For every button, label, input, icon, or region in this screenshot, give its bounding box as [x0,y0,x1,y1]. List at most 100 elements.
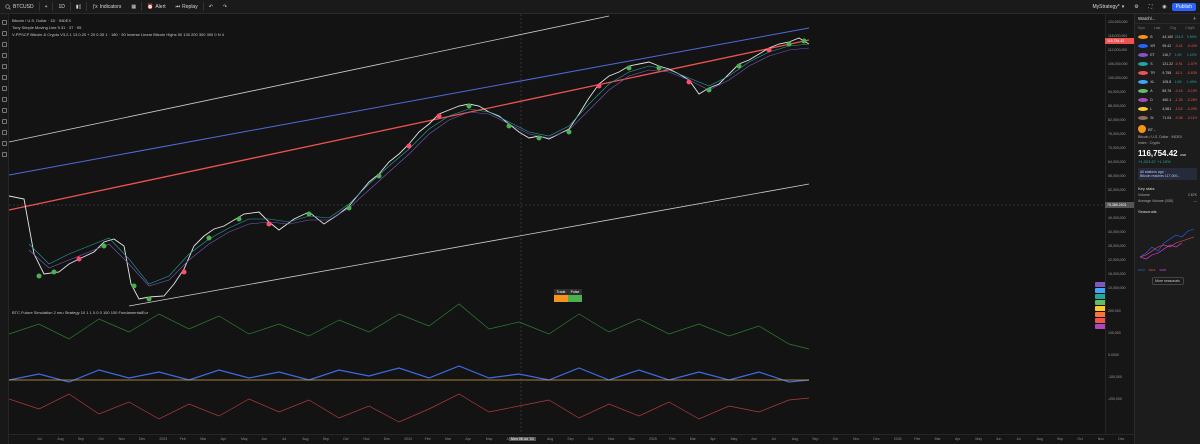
time-axis-label: Sep [322,437,329,441]
watchlist-row[interactable]: B 44,160 234.5 0.59% [1135,32,1200,41]
chart-type-button[interactable]: ▮▯ [71,0,87,14]
brush-icon[interactable] [2,53,7,58]
time-axis-label: Jul [37,437,42,441]
time-axis-label: Nov [1097,437,1105,441]
row-chg: -0.08 [1174,115,1183,120]
watchlist-row[interactable]: XL 105.8 1.65 1.49% [1135,77,1200,86]
seasonals-chart[interactable] [1138,217,1198,265]
row-symbol: SI [1150,115,1154,120]
zoom-icon[interactable] [2,108,7,113]
symbol-icon [1138,43,1149,48]
watchlist-row[interactable]: D 460.1 -1.25 -0.26% [1135,95,1200,104]
grid-icon: ▦ [131,3,137,10]
row-symbol: ET [1150,52,1155,57]
snapshot-button[interactable]: ◉ [1157,0,1171,14]
pattern-icon[interactable] [2,75,7,80]
row-chg: -62.1 [1174,70,1183,75]
row-chgpct: 1.22% [1186,52,1197,57]
time-axis-label: Mar [445,437,452,441]
chart-pane[interactable]: Bitcoin / U.S. Dollar · 1D · INDEX Tony … [9,14,1134,444]
detail-name: Bitcoin / U.S. Dollar · INDEX [1138,135,1183,139]
interval-button[interactable]: 1D [53,0,69,14]
symbol-icon [1138,61,1149,66]
symbol-icon [1138,70,1149,75]
publish-button[interactable]: Publish [1171,2,1196,11]
col-last[interactable]: Last [1154,26,1166,30]
plus-icon: + [44,3,48,10]
blue-oscillator [9,365,810,383]
watchlist-row[interactable]: TR 9,758 -62.1 -0.63% [1135,68,1200,77]
watchlist-columns: Sym Last Chg Chg% [1135,24,1200,32]
watchlist-row[interactable]: ET 116,7 1.69 1.22% [1135,50,1200,59]
watchlist-row[interactable]: A 85.76 -0.16 -0.19% [1135,86,1200,95]
watchlist-row[interactable]: SI 71.04 -0.08 -0.11% [1135,113,1200,122]
seasonals-legend: 2023 2024 2025 [1138,268,1167,272]
time-axis-label: 2026 [893,437,902,441]
col-chg[interactable]: Chg [1170,26,1182,30]
legend-sma-row[interactable]: Tony Simple Moving Line 5 31 · 37 · 55 [12,24,224,31]
news-item[interactable]: All stations ago · Bitcoin reaches 117,0… [1138,168,1197,180]
time-axis-label: Dec [383,437,391,441]
time-axis-label: Aug [57,437,64,441]
layout-menu[interactable]: MyStrategy* ▾ [1087,0,1129,14]
fullscreen-icon: ⛶ [1148,3,1153,10]
row-chg: 1.65 [1174,79,1182,84]
row-chg: -1.25 [1174,97,1183,102]
legend-ppscp-row[interactable]: V-PPSCP Bitcoin & Crypto V3.2.1 13 0.20 … [12,31,224,38]
lock-icon[interactable] [2,130,7,135]
col-chgpct[interactable]: Chg% [1185,26,1197,30]
ruler-icon[interactable] [2,97,7,102]
watchlist-row[interactable]: S 121.22 -0.91 -1.07% [1135,59,1200,68]
alert-button[interactable]: ⏰ Alert [142,0,171,14]
time-axis-label: Jul [281,437,287,441]
row-symbol: XR [1150,43,1156,48]
price-axis-label: 200,000 [1108,309,1121,313]
price-chart-canvas[interactable] [9,14,1105,434]
row-last: 460.1 [1162,97,1172,102]
drawing-toolbar [0,14,9,444]
fib-icon[interactable] [2,42,7,47]
watchlist-header: Watchl... ＋ [1135,14,1200,24]
crosshair-icon[interactable] [2,20,7,25]
time-axis[interactable]: Jul Aug Sep Oct Nov Dec 2023 Feb Mar Apr May Jun Jul… [9,434,1134,444]
oscillator-legend: BTC Future Simulation 2 neu Strategy 10 … [12,309,148,316]
time-axis-label: Nov [363,437,370,441]
legend-simulation-row[interactable]: BTC Future Simulation 2 neu Strategy 10 … [12,309,148,316]
watchlist-title[interactable]: Watchl... [1138,16,1155,21]
symbol-search[interactable]: BTCUSD [0,0,39,14]
time-axis-label: Dec [1118,437,1125,441]
symbol-icon [1138,115,1149,120]
redo-button[interactable]: ↷ [218,0,232,14]
settings-button[interactable]: ⚙ [1129,0,1143,14]
eye-icon[interactable] [2,141,7,146]
prediction-icon[interactable] [2,86,7,91]
fullscreen-button[interactable]: ⛶ [1144,0,1158,14]
magnet-icon[interactable] [2,119,7,124]
price-axis-label: 28,000,000 [1108,244,1126,248]
undo-button[interactable]: ↶ [204,0,218,14]
trash-icon[interactable] [2,152,7,157]
price-axis-label: 52,000,000 [1108,188,1126,192]
time-axis-label: Feb [914,437,921,441]
watchlist-row[interactable]: L 4,581 -13.6 -0.29% [1135,104,1200,113]
watchlist-row[interactable]: XR 95.42 -0.41 -0.43% [1135,41,1200,50]
time-axis-label: Dec [139,437,146,441]
col-symbol[interactable]: Sym [1138,26,1150,30]
price-axis-label: -200,000 [1108,397,1122,401]
time-axis-label: Sep [812,437,819,441]
row-chgpct: -0.11% [1186,115,1198,120]
time-axis-label: Jun [261,437,268,441]
symbol-icon [1138,79,1149,84]
trendline-icon[interactable] [2,31,7,36]
templates-button[interactable]: ▦ [126,0,141,14]
legend-symbol-row[interactable]: Bitcoin / U.S. Dollar · 1D · INDEX [12,17,224,24]
add-symbol-icon[interactable]: ＋ [1193,16,1198,22]
gear-icon: ⚙ [1134,3,1139,10]
replay-button[interactable]: ⏮ Replay [171,0,203,14]
indicators-button[interactable]: ƒx Indicators [87,0,126,14]
more-seasonals-button[interactable]: More seasonals [1151,277,1184,285]
compare-button[interactable]: + [40,0,53,14]
text-tool-icon[interactable] [2,64,7,69]
price-axis[interactable]: 124,000,000 118,000,000 112,000,000 106,000… [1105,14,1134,434]
row-symbol: XL [1150,79,1155,84]
